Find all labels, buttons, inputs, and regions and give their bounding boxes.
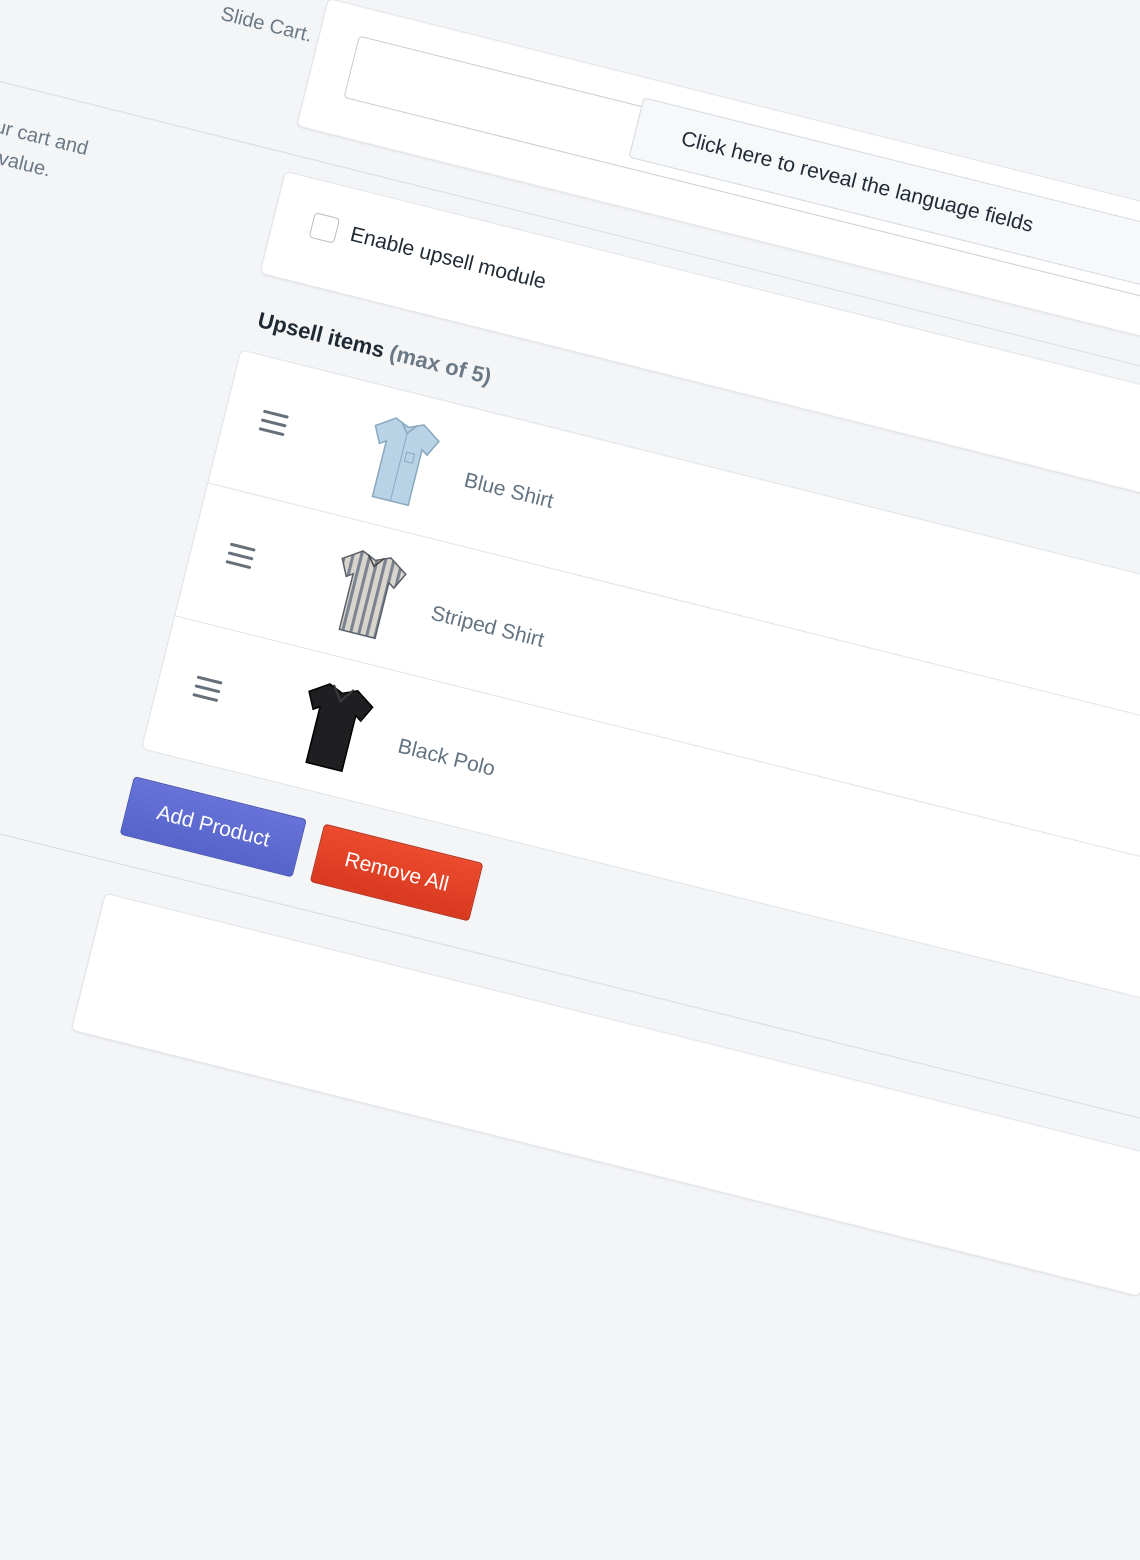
add-product-label: Add Product (154, 801, 273, 852)
black-polo-icon (305, 683, 374, 773)
enable-upsell-row[interactable]: Enable upsell module (308, 212, 549, 295)
striped-shirt-icon (338, 550, 407, 640)
upsell-description: y in your cart and e order value. (0, 98, 91, 193)
product-name: Striped Shirt (428, 601, 547, 652)
blue-shirt-icon (371, 417, 440, 507)
remove-all-label: Remove All (342, 848, 452, 897)
drag-handle-icon[interactable] (258, 409, 289, 438)
remove-all-button[interactable]: Remove All (309, 823, 484, 922)
slide-cart-description: Slide Cart. (218, 2, 315, 47)
upsell-items-title-text: Upsell items (255, 307, 388, 363)
drag-handle-icon[interactable] (192, 675, 223, 703)
product-name: Black Polo (395, 734, 498, 781)
enable-upsell-checkbox[interactable] (308, 212, 341, 244)
drag-handle-icon[interactable] (225, 542, 256, 571)
add-product-button[interactable]: Add Product (119, 776, 307, 878)
settings-stage: Slide Cart. Click here to reveal the lan… (0, 0, 1140, 1484)
enable-upsell-label: Enable upsell module (347, 222, 549, 294)
product-name: Blue Shirt (461, 468, 556, 514)
upsell-items-hint: (max of 5) (387, 339, 494, 390)
